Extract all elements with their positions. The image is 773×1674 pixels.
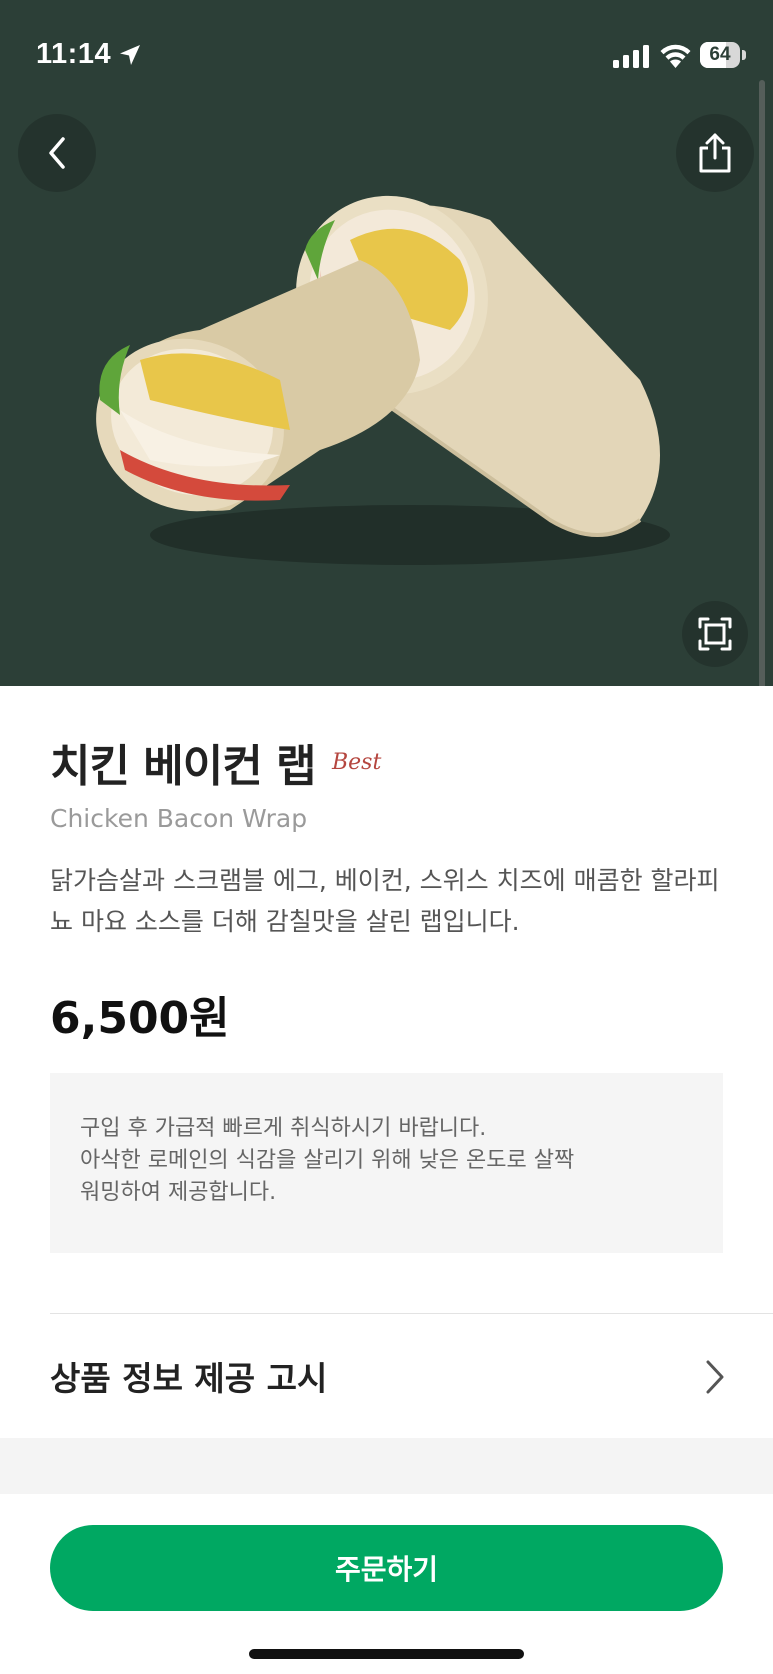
battery-indicator: 64 bbox=[700, 42, 746, 68]
location-arrow-icon bbox=[120, 45, 140, 65]
back-chevron-icon bbox=[49, 137, 65, 169]
product-price: 6,500원 bbox=[50, 993, 230, 1044]
order-button[interactable]: 주문하기 bbox=[50, 1525, 723, 1611]
notice-box: 구입 후 가급적 빠르게 취식하시기 바랍니다. 아삭한 로메인의 식감을 살리… bbox=[50, 1073, 723, 1253]
status-time: 11:14 bbox=[36, 38, 112, 70]
share-icon bbox=[699, 133, 731, 173]
back-button[interactable] bbox=[18, 114, 96, 192]
section-spacer bbox=[0, 1438, 773, 1496]
best-badge: Best bbox=[331, 750, 382, 775]
product-english-name: Chicken Bacon Wrap bbox=[50, 804, 308, 833]
notice-line: 구입 후 가급적 빠르게 취식하시기 바랍니다. bbox=[80, 1116, 487, 1141]
bottom-action-bar: 주문하기 bbox=[0, 1494, 773, 1674]
wifi-icon bbox=[660, 44, 691, 68]
product-info-label: 상품 정보 제공 고시 bbox=[50, 1359, 328, 1398]
cellular-signal-icon bbox=[613, 45, 649, 68]
status-bar: 11:14 64 bbox=[0, 0, 773, 112]
expand-image-button[interactable] bbox=[682, 601, 748, 667]
share-button[interactable] bbox=[676, 114, 754, 192]
expand-icon bbox=[698, 617, 732, 651]
title-row: 치킨 베이컨 랩 Best bbox=[50, 730, 381, 794]
product-image bbox=[96, 195, 670, 565]
product-description: 닭가슴살과 스크램블 에그, 베이컨, 스위스 치즈에 매콤한 할라피뇨 마요 … bbox=[50, 866, 720, 936]
home-indicator bbox=[249, 1649, 524, 1659]
chevron-right-icon bbox=[706, 1360, 724, 1394]
notice-line: 워밍하여 제공합니다. bbox=[80, 1180, 277, 1205]
notice-text: 구입 후 가급적 빠르게 취식하시기 바랍니다. 아삭한 로메인의 식감을 살리… bbox=[80, 1113, 700, 1209]
product-info-notice-row[interactable]: 상품 정보 제공 고시 bbox=[0, 1314, 773, 1434]
notice-line: 아삭한 로메인의 식감을 살리기 위해 낮은 온도로 살짝 bbox=[80, 1148, 575, 1173]
product-title: 치킨 베이컨 랩 bbox=[50, 741, 317, 792]
battery-level: 64 bbox=[709, 44, 731, 65]
product-hero: 11:14 64 bbox=[0, 0, 773, 686]
scrollbar[interactable] bbox=[759, 80, 765, 686]
